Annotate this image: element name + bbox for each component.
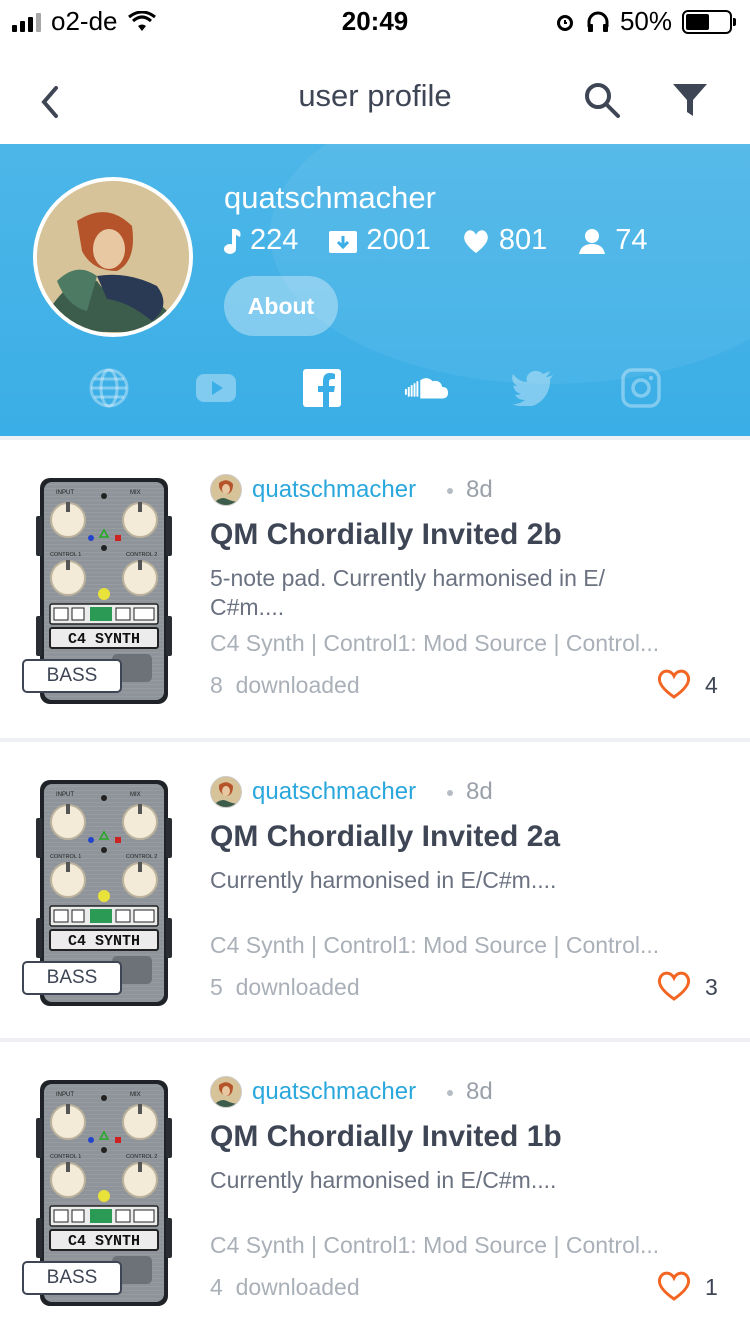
like-count: 3 bbox=[705, 974, 718, 1000]
patch-meta: C4 Synth | Control1: Mod Source | Contro… bbox=[210, 630, 660, 656]
download-box-icon bbox=[329, 230, 358, 253]
svg-text:C4 SYNTH: C4 SYNTH bbox=[68, 1233, 140, 1250]
facebook-icon[interactable] bbox=[300, 366, 344, 410]
patch-list-item[interactable]: INPUT MIX CONTROL 1 CONTROL 2 C4 SYNTH B… bbox=[0, 440, 750, 738]
svg-text:C4 SYNTH: C4 SYNTH bbox=[68, 933, 140, 950]
patch-title[interactable]: QM Chordially Invited 2a bbox=[210, 820, 560, 854]
instrument-tag: BASS bbox=[22, 1261, 122, 1295]
profile-header: quatschmacher 224 2001 801 74 About bbox=[0, 144, 750, 436]
patch-list-item[interactable]: INPUT MIX CONTROL 1 CONTROL 2 C4 SYNTH B… bbox=[0, 742, 750, 1040]
instagram-icon[interactable] bbox=[619, 366, 663, 410]
navigation-bar: user profile bbox=[0, 40, 750, 144]
soundcloud-icon[interactable] bbox=[404, 366, 448, 410]
instrument-tag: BASS bbox=[22, 659, 122, 693]
svg-text:CONTROL 2: CONTROL 2 bbox=[126, 552, 157, 558]
downloads-stat: 2001 bbox=[328, 224, 431, 257]
svg-text:MIX: MIX bbox=[130, 1092, 141, 1098]
battery-icon bbox=[682, 9, 736, 34]
heart-outline-icon[interactable] bbox=[656, 970, 692, 1002]
author-avatar[interactable] bbox=[210, 474, 242, 506]
patch-list-item[interactable]: INPUT MIX CONTROL 1 CONTROL 2 C4 SYNTH B… bbox=[0, 1042, 750, 1334]
download-count: 4 downloaded bbox=[210, 1274, 360, 1300]
social-links bbox=[0, 360, 750, 416]
page-title: user profile bbox=[298, 78, 452, 113]
person-icon bbox=[579, 228, 606, 254]
download-count: 5 downloaded bbox=[210, 974, 360, 1000]
svg-text:INPUT: INPUT bbox=[56, 792, 74, 798]
youtube-icon[interactable] bbox=[194, 366, 238, 410]
music-note-icon bbox=[224, 228, 241, 254]
download-count: 8 downloaded bbox=[210, 672, 360, 698]
alarm-icon bbox=[556, 14, 573, 31]
svg-text:C4 SYNTH: C4 SYNTH bbox=[68, 631, 140, 648]
post-age: 8d bbox=[466, 476, 493, 503]
heart-outline-icon[interactable] bbox=[656, 1270, 692, 1302]
post-age: 8d bbox=[466, 1078, 493, 1105]
profile-username: quatschmacher bbox=[224, 180, 436, 215]
profile-stats: 224 2001 801 74 bbox=[222, 224, 648, 257]
svg-text:CONTROL 2: CONTROL 2 bbox=[126, 1154, 157, 1160]
patch-description: Currently harmonised in E/C#m.... bbox=[210, 867, 557, 893]
patch-meta: C4 Synth | Control1: Mod Source | Contro… bbox=[210, 932, 660, 958]
like-count: 4 bbox=[705, 672, 718, 698]
author-name[interactable]: quatschmacher bbox=[252, 1078, 416, 1106]
author-name[interactable]: quatschmacher bbox=[252, 476, 416, 504]
patch-description: 5-note pad. Currently harmonised in E/ C… bbox=[210, 565, 606, 620]
patch-title[interactable]: QM Chordially Invited 2b bbox=[210, 518, 562, 552]
search-icon[interactable] bbox=[582, 80, 622, 120]
svg-text:CONTROL 1: CONTROL 1 bbox=[50, 1154, 81, 1160]
battery-percent: 50% bbox=[619, 6, 672, 36]
patch-description: Currently harmonised in E/C#m.... bbox=[210, 1167, 557, 1193]
author-avatar[interactable] bbox=[210, 1076, 242, 1108]
twitter-icon[interactable] bbox=[511, 366, 555, 410]
heart-outline-icon[interactable] bbox=[656, 668, 692, 700]
svg-text:MIX: MIX bbox=[130, 490, 141, 496]
patch-title[interactable]: QM Chordially Invited 1b bbox=[210, 1120, 562, 1154]
likes-stat: 801 bbox=[461, 224, 547, 257]
author-name[interactable]: quatschmacher bbox=[252, 778, 416, 806]
svg-text:INPUT: INPUT bbox=[56, 490, 74, 496]
patch-meta: C4 Synth | Control1: Mod Source | Contro… bbox=[210, 1232, 660, 1258]
svg-text:CONTROL 1: CONTROL 1 bbox=[50, 552, 81, 558]
about-button[interactable]: About bbox=[224, 276, 338, 336]
heart-icon bbox=[464, 229, 488, 253]
svg-text:CONTROL 1: CONTROL 1 bbox=[50, 854, 81, 860]
avatar[interactable] bbox=[33, 177, 193, 337]
svg-text:MIX: MIX bbox=[130, 792, 141, 798]
svg-text:INPUT: INPUT bbox=[56, 1092, 74, 1098]
followers-stat: 74 bbox=[577, 224, 648, 257]
like-count: 1 bbox=[705, 1274, 718, 1300]
filter-icon[interactable] bbox=[670, 80, 710, 120]
globe-icon[interactable] bbox=[87, 366, 131, 410]
patches-stat: 224 bbox=[222, 224, 298, 257]
author-avatar[interactable] bbox=[210, 776, 242, 808]
svg-text:CONTROL 2: CONTROL 2 bbox=[126, 854, 157, 860]
status-bar: o2-de 20:49 50% bbox=[0, 0, 750, 40]
instrument-tag: BASS bbox=[22, 961, 122, 995]
headphones-icon bbox=[587, 11, 609, 32]
post-age: 8d bbox=[466, 778, 493, 805]
